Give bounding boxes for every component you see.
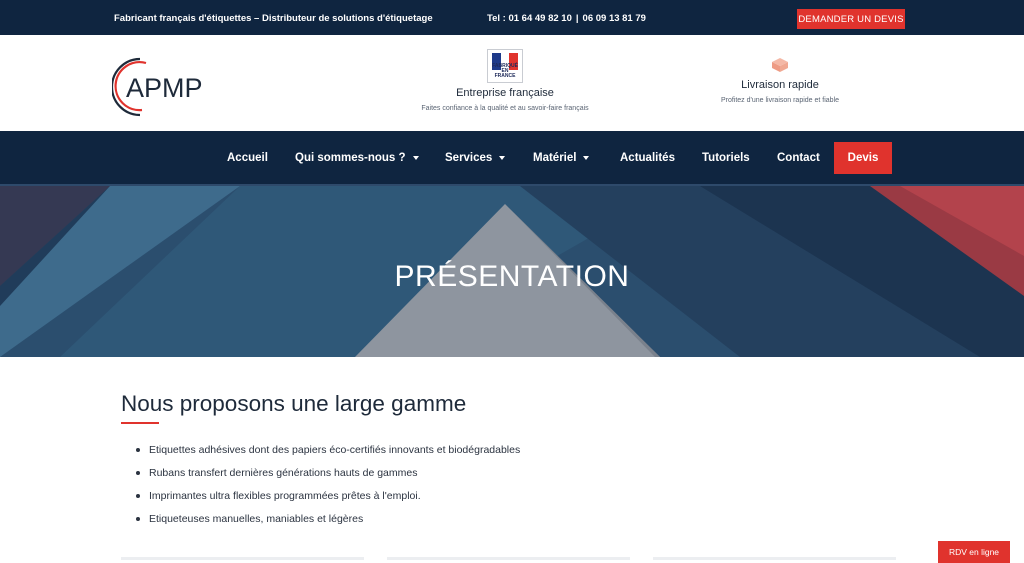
- phone-number-2[interactable]: 06 09 13 81 79: [583, 13, 646, 24]
- nav-label: Accueil: [227, 151, 268, 164]
- nav-item-actualites[interactable]: Actualités: [620, 131, 675, 184]
- list-item: Rubans transfert dernières générations h…: [136, 467, 520, 490]
- request-quote-button[interactable]: DEMANDER UN DEVIS: [797, 9, 905, 29]
- feature-fast-delivery: Livraison rapide Profitez d'une livraiso…: [700, 57, 860, 104]
- feature-french-company: FABRIQUÉ EN FRANCE Entreprise française …: [405, 49, 605, 112]
- nav-item-qui-sommes-nous[interactable]: Qui sommes-nous ?: [295, 131, 419, 184]
- logo-text: APMP: [126, 73, 203, 103]
- nav-label: Matériel: [533, 151, 577, 164]
- chevron-down-icon: [412, 155, 419, 160]
- list-item: Etiquettes adhésives dont des papiers éc…: [136, 444, 520, 467]
- phone-number-1[interactable]: Tel : 01 64 49 82 10: [487, 13, 572, 24]
- nav-label: Contact: [777, 151, 820, 164]
- feature-title: Entreprise française: [456, 87, 554, 99]
- nav-item-accueil[interactable]: Accueil: [227, 131, 268, 184]
- apmp-logo-mark: APMP: [110, 57, 203, 117]
- nav-item-contact[interactable]: Contact: [777, 131, 820, 184]
- nav-label: Services: [445, 151, 493, 164]
- nav-label: Actualités: [620, 151, 675, 164]
- apmp-logo[interactable]: APMP: [110, 55, 222, 119]
- title-underline: [121, 422, 159, 424]
- nav-item-materiel[interactable]: Matériel: [533, 131, 590, 184]
- rdv-online-button[interactable]: RDV en ligne: [938, 541, 1010, 563]
- site-header: APMP FABRIQUÉ EN FRANCE Entreprise franç…: [0, 35, 1024, 131]
- main-navigation: Accueil Qui sommes-nous ? Services Matér…: [0, 131, 1024, 186]
- section-title: Nous proposons une large gamme: [121, 391, 467, 416]
- top-bar-phones: Tel : 01 64 49 82 10 | 06 09 13 81 79: [487, 13, 646, 24]
- list-item: Etiqueteuses manuelles, maniables et lég…: [136, 513, 520, 536]
- nav-devis-button[interactable]: Devis: [834, 142, 892, 174]
- list-item: Imprimantes ultra flexibles programmées …: [136, 490, 520, 513]
- hero-title: PRÉSENTATION: [394, 260, 630, 293]
- top-bar: Fabricant français d'étiquettes – Distri…: [0, 0, 1024, 35]
- product-list: Etiquettes adhésives dont des papiers éc…: [136, 444, 520, 536]
- card-top-edge: [387, 557, 630, 560]
- nav-item-services[interactable]: Services: [445, 131, 506, 184]
- card-top-edge: [653, 557, 896, 560]
- nav-item-tutoriels[interactable]: Tutoriels: [702, 131, 750, 184]
- hero-banner: PRÉSENTATION: [0, 186, 1024, 357]
- nav-label: Qui sommes-nous ?: [295, 151, 406, 164]
- top-bar-tagline: Fabricant français d'étiquettes – Distri…: [114, 13, 433, 24]
- feature-title: Livraison rapide: [741, 79, 819, 91]
- badge-text-line-2: FRANCE: [494, 73, 516, 79]
- feature-subtitle: Profitez d'une livraison rapide et fiabl…: [720, 97, 840, 104]
- card-top-edge: [121, 557, 364, 560]
- feature-subtitle: Faites confiance à la qualité et au savo…: [421, 105, 589, 112]
- chevron-down-icon: [583, 155, 590, 160]
- chevron-down-icon: [499, 155, 506, 160]
- phone-separator: |: [575, 13, 579, 24]
- box-icon: [771, 57, 789, 73]
- fabrique-en-france-badge-icon: FABRIQUÉ EN FRANCE: [487, 49, 523, 83]
- nav-label: Tutoriels: [702, 151, 750, 164]
